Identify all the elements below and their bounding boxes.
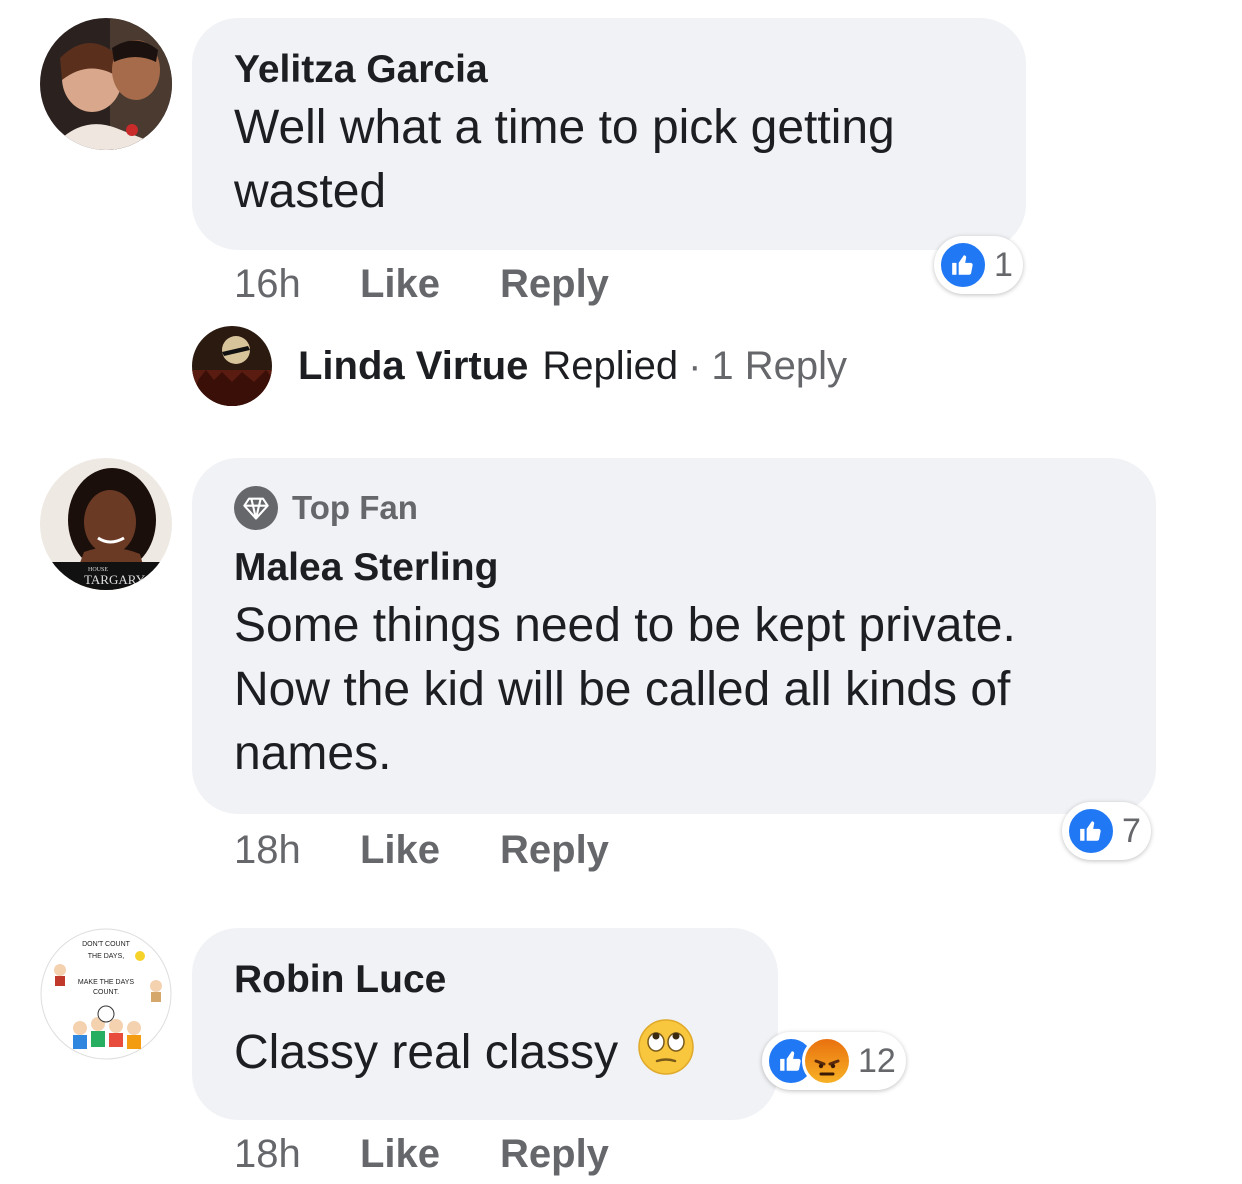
top-fan-badge: Top Fan bbox=[234, 482, 1114, 534]
rolling-eyes-emoji bbox=[637, 1019, 694, 1075]
angry-reaction-icon bbox=[802, 1036, 852, 1086]
avatar-text: COUNT. bbox=[93, 989, 119, 996]
replies-summary[interactable]: Linda Virtue Replied · 1 Reply bbox=[192, 326, 847, 406]
comment-actions: 18h Like Reply bbox=[234, 1124, 609, 1184]
comment-timestamp[interactable]: 18h bbox=[234, 1132, 360, 1177]
avatar-text: MAKE THE DAYS bbox=[78, 979, 134, 986]
like-button[interactable]: Like bbox=[360, 828, 500, 873]
badge-label: Top Fan bbox=[292, 489, 418, 526]
reaction-count: 12 bbox=[858, 1041, 896, 1080]
reply-author: Linda Virtue bbox=[298, 343, 529, 388]
comment-bubble: Top Fan Malea Sterling Some things need … bbox=[192, 458, 1156, 814]
like-button[interactable]: Like bbox=[360, 262, 500, 307]
comment-text-line: Well what a time to pick getting bbox=[234, 101, 895, 154]
comment-text-line: wasted bbox=[234, 165, 387, 218]
reply-button[interactable]: Reply bbox=[500, 828, 609, 873]
reaction-summary[interactable]: 12 bbox=[762, 1032, 906, 1090]
comment-text-line: Now the kid will be called all kinds of bbox=[234, 663, 1011, 716]
avatar-caption: TARGARY bbox=[84, 572, 146, 587]
reply-button[interactable]: Reply bbox=[500, 1132, 609, 1177]
like-reaction-icon bbox=[1066, 806, 1116, 856]
diamond-icon bbox=[234, 486, 278, 530]
comment-bubble: Robin Luce Classy real classy bbox=[192, 928, 778, 1120]
separator-dot: · bbox=[688, 343, 702, 388]
comment-author[interactable]: Robin Luce bbox=[234, 954, 736, 1006]
comment-bubble: Yelitza Garcia Well what a time to pick … bbox=[192, 18, 1026, 250]
comment-actions: 16h Like Reply bbox=[234, 254, 609, 314]
comment-text-line: names. bbox=[234, 727, 392, 780]
comment-actions: 18h Like Reply bbox=[234, 820, 609, 880]
comment-author[interactable]: Malea Sterling bbox=[234, 542, 1114, 594]
comment-timestamp[interactable]: 16h bbox=[234, 262, 360, 307]
reaction-summary[interactable]: 1 bbox=[934, 236, 1023, 294]
reply-action: Replied bbox=[542, 343, 679, 388]
avatar-robin-luce[interactable]: DON'T COUNT THE DAYS, MAKE THE DAYS COUN… bbox=[40, 928, 172, 1060]
reaction-summary[interactable]: 7 bbox=[1062, 802, 1151, 860]
comment-timestamp[interactable]: 18h bbox=[234, 828, 360, 873]
comment-author[interactable]: Yelitza Garcia bbox=[234, 44, 984, 96]
reply-count: 1 Reply bbox=[711, 343, 848, 388]
like-button[interactable]: Like bbox=[360, 1132, 500, 1177]
reply-button[interactable]: Reply bbox=[500, 262, 609, 307]
avatar-linda-virtue bbox=[192, 326, 272, 406]
comment-text: Classy real classy bbox=[234, 1026, 619, 1079]
avatar-yelitza-garcia[interactable] bbox=[40, 18, 172, 150]
like-reaction-icon bbox=[938, 240, 988, 290]
comment-text-line: Some things need to be kept private. bbox=[234, 599, 1016, 652]
avatar-text: DON'T COUNT bbox=[82, 941, 131, 948]
avatar-malea-sterling[interactable]: HOUSE TARGARY bbox=[40, 458, 172, 590]
reaction-count: 1 bbox=[994, 245, 1013, 284]
avatar-text: THE DAYS, bbox=[88, 953, 124, 960]
reaction-count: 7 bbox=[1122, 811, 1141, 850]
